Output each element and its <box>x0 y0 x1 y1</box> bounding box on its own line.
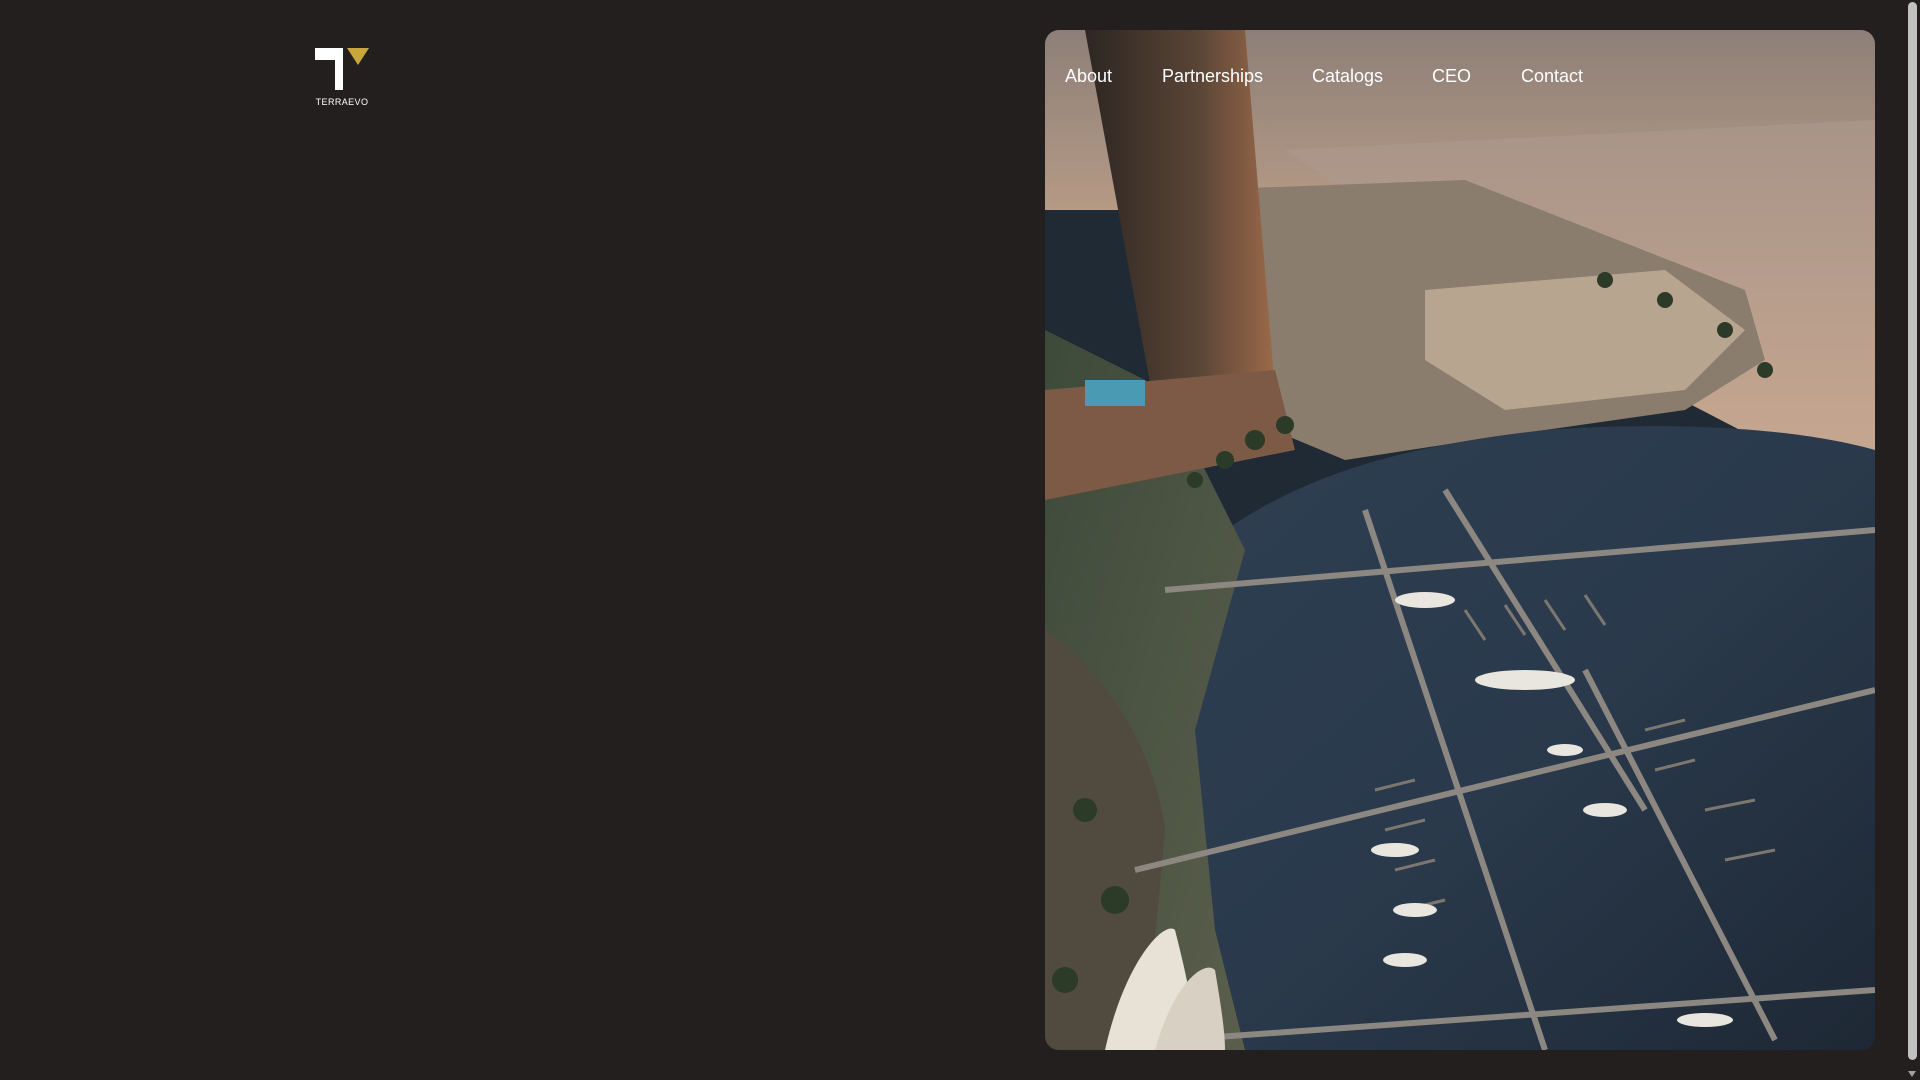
page: TERRAEVO About Partnerships Catalogs CEO… <box>0 0 1920 1080</box>
logo-wordmark: TERRAEVO <box>315 97 369 107</box>
scrollbar-thumb[interactable] <box>1908 2 1917 1060</box>
terraevo-logo[interactable]: TERRAEVO <box>313 46 371 108</box>
aerial-marina-photo <box>1045 30 1875 1050</box>
nav-contact[interactable]: Contact <box>1521 66 1583 87</box>
logo-mark-icon <box>315 48 369 90</box>
hero-image <box>1045 30 1875 1050</box>
scroll-down-arrow-icon[interactable] <box>1908 1071 1916 1077</box>
nav-partnerships[interactable]: Partnerships <box>1162 66 1263 87</box>
nav-about[interactable]: About <box>1065 66 1112 87</box>
nav-catalogs[interactable]: Catalogs <box>1312 66 1383 87</box>
nav-ceo[interactable]: CEO <box>1432 66 1471 87</box>
vertical-scrollbar[interactable] <box>1905 0 1920 1080</box>
